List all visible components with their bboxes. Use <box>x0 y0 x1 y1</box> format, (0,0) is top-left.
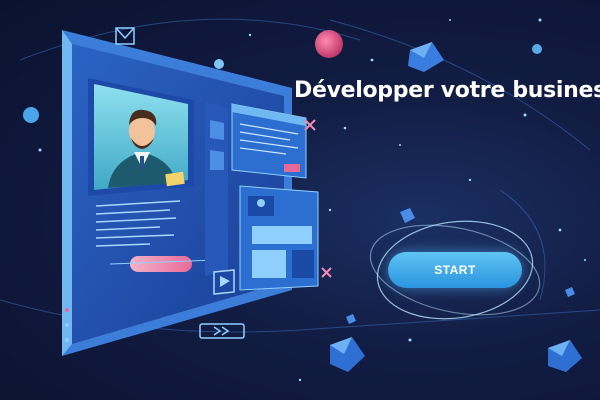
floating-cube-tiny <box>346 314 356 324</box>
illustration-scene <box>0 18 600 382</box>
floating-cube-mini <box>565 287 575 297</box>
floating-cube-right <box>548 340 582 372</box>
pink-orb <box>315 30 343 58</box>
floating-window-bottom <box>239 185 319 291</box>
floating-cube-top <box>408 42 444 72</box>
blue-orb-left <box>23 107 39 123</box>
headline: Développer votre business <box>294 78 600 103</box>
blue-orb-right <box>532 44 542 54</box>
floating-window-top <box>231 103 307 179</box>
monitor-side-panels <box>205 102 228 276</box>
floating-cube-bottom <box>330 337 365 372</box>
blue-orb-small <box>214 59 224 69</box>
mail-icon[interactable] <box>115 27 135 45</box>
start-button[interactable]: START <box>388 252 522 288</box>
slider-pill <box>130 256 192 272</box>
user-icon <box>257 199 265 207</box>
close-icon-secondary[interactable] <box>321 267 332 278</box>
floating-cube-small <box>400 208 415 223</box>
forward-icon[interactable] <box>199 323 245 339</box>
